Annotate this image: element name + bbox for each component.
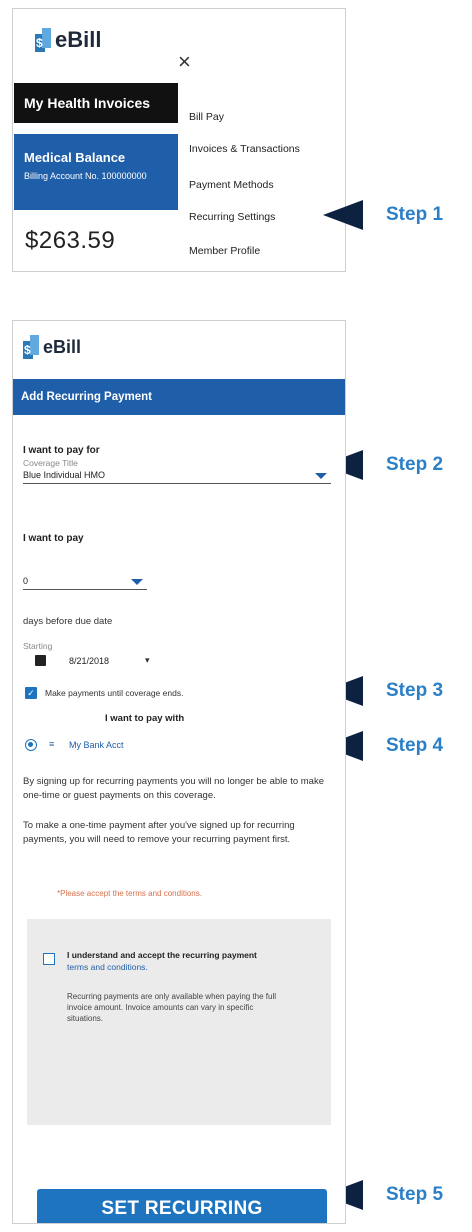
- starting-label: Starting: [23, 641, 53, 651]
- page-title-bar: My Health Invoices: [14, 83, 178, 123]
- menu-item-member-profile[interactable]: Member Profile: [189, 245, 260, 257]
- make-payments-checkbox[interactable]: ✓: [25, 687, 37, 699]
- step-5-label: Step 5: [386, 1184, 444, 1205]
- ebill-logo: $ eBill: [35, 27, 101, 53]
- logo-text: eBill: [43, 336, 82, 357]
- coverage-select[interactable]: Blue Individual HMO: [23, 469, 331, 484]
- ebill-logo-icon: $: [23, 335, 39, 359]
- billing-account-number: Billing Account No. 100000000: [24, 171, 147, 181]
- days-select[interactable]: 0: [23, 575, 147, 590]
- terms-box: I understand and accept the recurring pa…: [27, 919, 331, 1125]
- terms-note: Recurring payments are only available wh…: [67, 992, 277, 1023]
- step-3-label: Step 3: [386, 680, 444, 701]
- bank-icon: ≡: [49, 739, 55, 749]
- menu-item-invoices[interactable]: Invoices & Transactions: [189, 143, 300, 155]
- set-recurring-button[interactable]: SET RECURRING: [37, 1189, 327, 1223]
- calendar-icon[interactable]: [35, 655, 46, 666]
- close-icon[interactable]: ×: [178, 51, 191, 73]
- coverage-title-label: Coverage Title: [23, 458, 78, 468]
- info-text-1: By signing up for recurring payments you…: [23, 776, 324, 801]
- ebill-logo: $ eBill: [23, 335, 81, 359]
- menu-item-recurring-settings[interactable]: Recurring Settings: [189, 211, 275, 223]
- step-4-label: Step 4: [386, 735, 444, 756]
- logo-text: eBill: [55, 27, 102, 52]
- step-2-label: Step 2: [386, 454, 444, 475]
- pay-amount-label: I want to pay: [23, 533, 84, 544]
- menu-item-bill-pay[interactable]: Bill Pay: [189, 111, 224, 123]
- step-1-label: Step 1: [386, 204, 444, 225]
- bank-account: My Bank Acct: [69, 740, 124, 750]
- balance-card: Medical Balance Billing Account No. 1000…: [14, 134, 178, 210]
- accept-terms-checkbox[interactable]: [43, 953, 55, 965]
- accept-terms-label: I understand and accept the recurring pa…: [67, 950, 257, 972]
- pay-with-label: I want to pay with: [105, 713, 185, 724]
- balance-amount: $263.59: [25, 227, 116, 254]
- terms-warning: *Please accept the terms and conditions.: [57, 889, 202, 898]
- chevron-down-icon: [131, 579, 143, 585]
- recurring-payment-panel: $ eBill Add Recurring Payment I want to …: [12, 320, 346, 1224]
- form-header: Add Recurring Payment: [13, 379, 345, 415]
- days-value: 0: [23, 576, 29, 586]
- info-text-2: To make a one-time payment after you've …: [23, 820, 295, 845]
- bank-radio-button[interactable]: [25, 739, 37, 751]
- start-date[interactable]: 8/21/2018: [69, 656, 109, 666]
- step-1-arrow-icon: [323, 200, 363, 230]
- terms-link[interactable]: terms and conditions.: [67, 962, 148, 972]
- ebill-logo-icon: $: [35, 28, 51, 52]
- menu-panel: $ eBill × My Health Invoices Medical Bal…: [12, 8, 346, 272]
- days-suffix: days before due date: [23, 616, 113, 627]
- pay-for-label: I want to pay for: [23, 445, 100, 456]
- make-payments-label: Make payments until coverage ends.: [45, 688, 184, 698]
- menu-item-payment-methods[interactable]: Payment Methods: [189, 179, 274, 191]
- coverage-value: Blue Individual HMO: [23, 470, 106, 480]
- date-dropdown-icon[interactable]: ▾: [145, 655, 150, 666]
- balance-title: Medical Balance: [24, 150, 126, 165]
- chevron-down-icon: [315, 473, 327, 479]
